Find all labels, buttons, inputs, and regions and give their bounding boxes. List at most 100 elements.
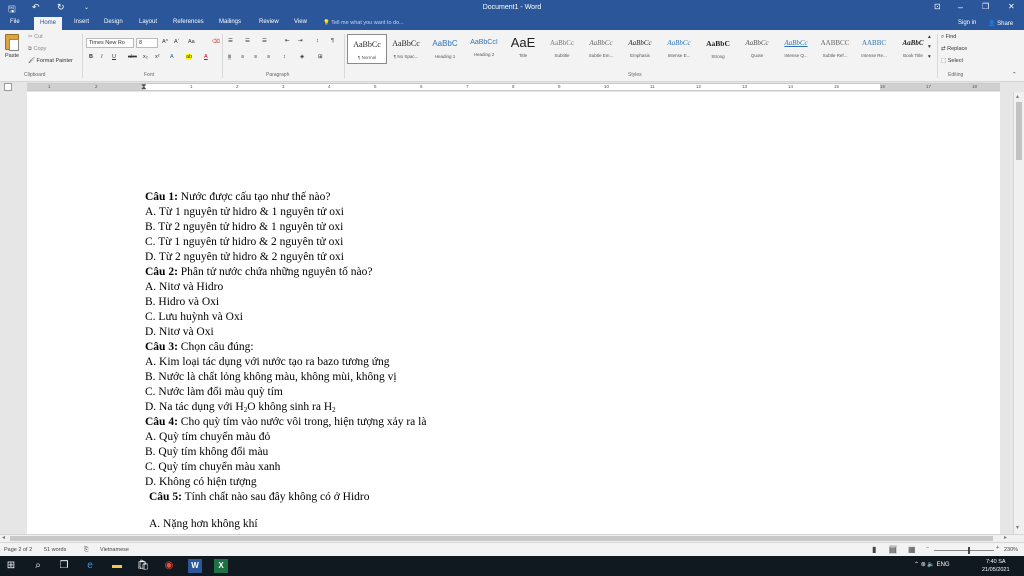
style-quote[interactable]: AaBbCc Quote (737, 34, 777, 64)
share-button[interactable]: 👤 Share (988, 20, 1013, 27)
read-mode-icon[interactable]: ▮ (872, 545, 876, 554)
style-intense-emphasis[interactable]: AaBbCc Intense E... (659, 34, 699, 64)
styles-scroll-down-icon[interactable]: ▾ (928, 44, 931, 50)
highlight-icon[interactable]: ab (186, 54, 193, 60)
file-explorer-icon[interactable]: ▬ (110, 559, 124, 573)
page-count[interactable]: Page 2 of 2 (4, 547, 32, 553)
bold-button[interactable]: B (89, 54, 93, 60)
tab-home[interactable]: Home (34, 17, 63, 30)
word-icon[interactable]: W (188, 559, 202, 573)
network-icon[interactable]: ⊛ (921, 562, 926, 568)
edge-icon[interactable]: e (83, 559, 97, 573)
collapse-ribbon-icon[interactable]: ⌃ (1012, 72, 1017, 78)
font-name-box[interactable]: Times New Ro (86, 38, 134, 48)
tab-view[interactable]: View (294, 19, 307, 25)
tab-selector-icon[interactable] (4, 83, 12, 91)
clear-formatting-icon[interactable]: ⌫ (212, 39, 220, 45)
tab-review[interactable]: Review (259, 19, 279, 25)
scroll-left-icon[interactable]: ◂ (2, 534, 5, 541)
zoom-slider-thumb[interactable] (968, 547, 970, 554)
styles-scroll-up-icon[interactable]: ▴ (928, 34, 931, 40)
shading-icon[interactable]: ◈ (300, 54, 304, 60)
superscript-button[interactable]: x² (155, 54, 160, 60)
sign-in-link[interactable]: Sign in (958, 20, 976, 26)
tab-references[interactable]: References (173, 19, 204, 25)
document-page[interactable]: Câu 1: Nước được cấu tạo như thế nào? A.… (27, 92, 1000, 534)
decrease-indent-icon[interactable]: ⇤ (285, 38, 290, 44)
scroll-right-icon[interactable]: ▸ (1004, 534, 1007, 541)
bullets-icon[interactable]: ☰ (228, 38, 233, 44)
strikethrough-button[interactable]: abc (128, 54, 137, 60)
style-intense-quote[interactable]: AaBbCc Intense Q... (776, 34, 816, 64)
tab-design[interactable]: Design (104, 19, 123, 25)
subscript-button[interactable]: x₂ (143, 54, 148, 60)
style-emphasis[interactable]: AaBbCc Emphasis (620, 34, 660, 64)
volume-icon[interactable]: 🔈 (927, 562, 934, 568)
style-normal[interactable]: AaBbCc ¶ Normal (347, 34, 387, 64)
justify-icon[interactable]: ≡ (267, 54, 270, 60)
style-no-spacing[interactable]: AaBbCc ¶ No Spac... (386, 34, 426, 64)
tab-insert[interactable]: Insert (74, 19, 89, 25)
proofing-icon[interactable]: ⎘ (84, 547, 88, 554)
minimize-button[interactable]: – (958, 2, 963, 12)
style-heading-1[interactable]: AaBbC Heading 1 (425, 34, 465, 64)
indent-marker-icon[interactable]: ⧗ (141, 82, 147, 92)
task-view-icon[interactable]: ❐ (57, 559, 71, 573)
excel-icon[interactable]: X (214, 559, 228, 573)
font-color-icon[interactable]: A (204, 54, 208, 60)
clock[interactable]: 7:40 SA 21/05/2021 (982, 558, 1010, 574)
keyboard-language[interactable]: ENG (937, 562, 950, 568)
italic-button[interactable]: I (101, 54, 103, 60)
store-icon[interactable]: 🛍 (136, 559, 150, 573)
web-layout-icon[interactable]: ▦ (908, 545, 916, 554)
style-subtle-reference[interactable]: AABBCC Subtle Ref... (815, 34, 855, 64)
restore-button[interactable]: ❐ (982, 2, 989, 11)
replace-button[interactable]: ⇄ Replace (941, 46, 967, 52)
show-formatting-icon[interactable]: ¶ (331, 38, 334, 44)
tab-mailings[interactable]: Mailings (219, 19, 241, 25)
language-indicator[interactable]: Vietnamese (100, 547, 129, 553)
horizontal-ruler[interactable]: 1 2 ⧗ 1 2 3 4 5 6 7 8 9 10 11 12 13 14 1… (0, 82, 1024, 92)
style-book-title[interactable]: AaBbC Book Title (893, 34, 933, 64)
underline-button[interactable]: U (112, 54, 116, 60)
show-hidden-icon[interactable]: ⌃ (914, 562, 919, 568)
style-heading-2[interactable]: AaBbCcI Heading 2 (464, 34, 504, 64)
text-effects-icon[interactable]: A (170, 54, 174, 60)
zoom-slider[interactable] (934, 550, 994, 551)
change-case-button[interactable]: Aa (188, 39, 195, 45)
word-count[interactable]: 51 words (44, 547, 66, 553)
scroll-up-icon[interactable]: ▴ (1016, 93, 1019, 100)
tell-me-search[interactable]: 💡 Tell me what you want to do... (323, 20, 404, 26)
multilevel-list-icon[interactable]: ☰ (262, 38, 267, 44)
style-subtitle[interactable]: AaBbCc Subtitle (542, 34, 582, 64)
tab-file[interactable]: File (10, 19, 20, 25)
borders-icon[interactable]: ⊞ (318, 54, 323, 60)
ribbon-display-options-icon[interactable]: ⊡ (934, 2, 941, 11)
shrink-font-button[interactable]: Aˇ (174, 39, 180, 45)
zoom-in-icon[interactable]: + (996, 545, 999, 551)
style-strong[interactable]: AaBbC Strong (698, 34, 738, 64)
windows-start-icon[interactable]: ⊞ (4, 559, 18, 573)
style-title[interactable]: AaE Title (503, 34, 543, 64)
font-size-box[interactable]: 8 (136, 38, 158, 48)
increase-indent-icon[interactable]: ⇥ (298, 38, 303, 44)
horizontal-scrollbar[interactable]: ◂ ▸ (0, 534, 1024, 542)
style-subtle-emphasis[interactable]: AaBbCc Subtle Em... (581, 34, 621, 64)
paste-icon[interactable] (5, 34, 19, 51)
search-icon[interactable]: ⌕ (31, 559, 45, 573)
zoom-out-icon[interactable]: − (926, 545, 929, 551)
vertical-scrollbar[interactable]: ▴ ▾ (1013, 92, 1024, 534)
print-layout-icon[interactable]: ▤ (889, 545, 897, 554)
chrome-icon[interactable]: ◉ (162, 559, 176, 573)
numbering-icon[interactable]: ☰ (245, 38, 250, 44)
tab-layout[interactable]: Layout (139, 19, 157, 25)
styles-more-icon[interactable]: ▾ (928, 54, 931, 60)
cut-button[interactable]: ✂ Cut (28, 34, 43, 40)
line-spacing-icon[interactable]: ↕ (283, 54, 286, 60)
scroll-thumb[interactable] (10, 536, 993, 541)
grow-font-button[interactable]: A^ (162, 39, 168, 45)
paste-button-label[interactable]: Paste (5, 53, 19, 59)
align-right-icon[interactable]: ≡ (254, 54, 257, 60)
format-painter-button[interactable]: 🖌 Format Painter (28, 58, 73, 64)
sort-icon[interactable]: ↕ (316, 38, 319, 44)
